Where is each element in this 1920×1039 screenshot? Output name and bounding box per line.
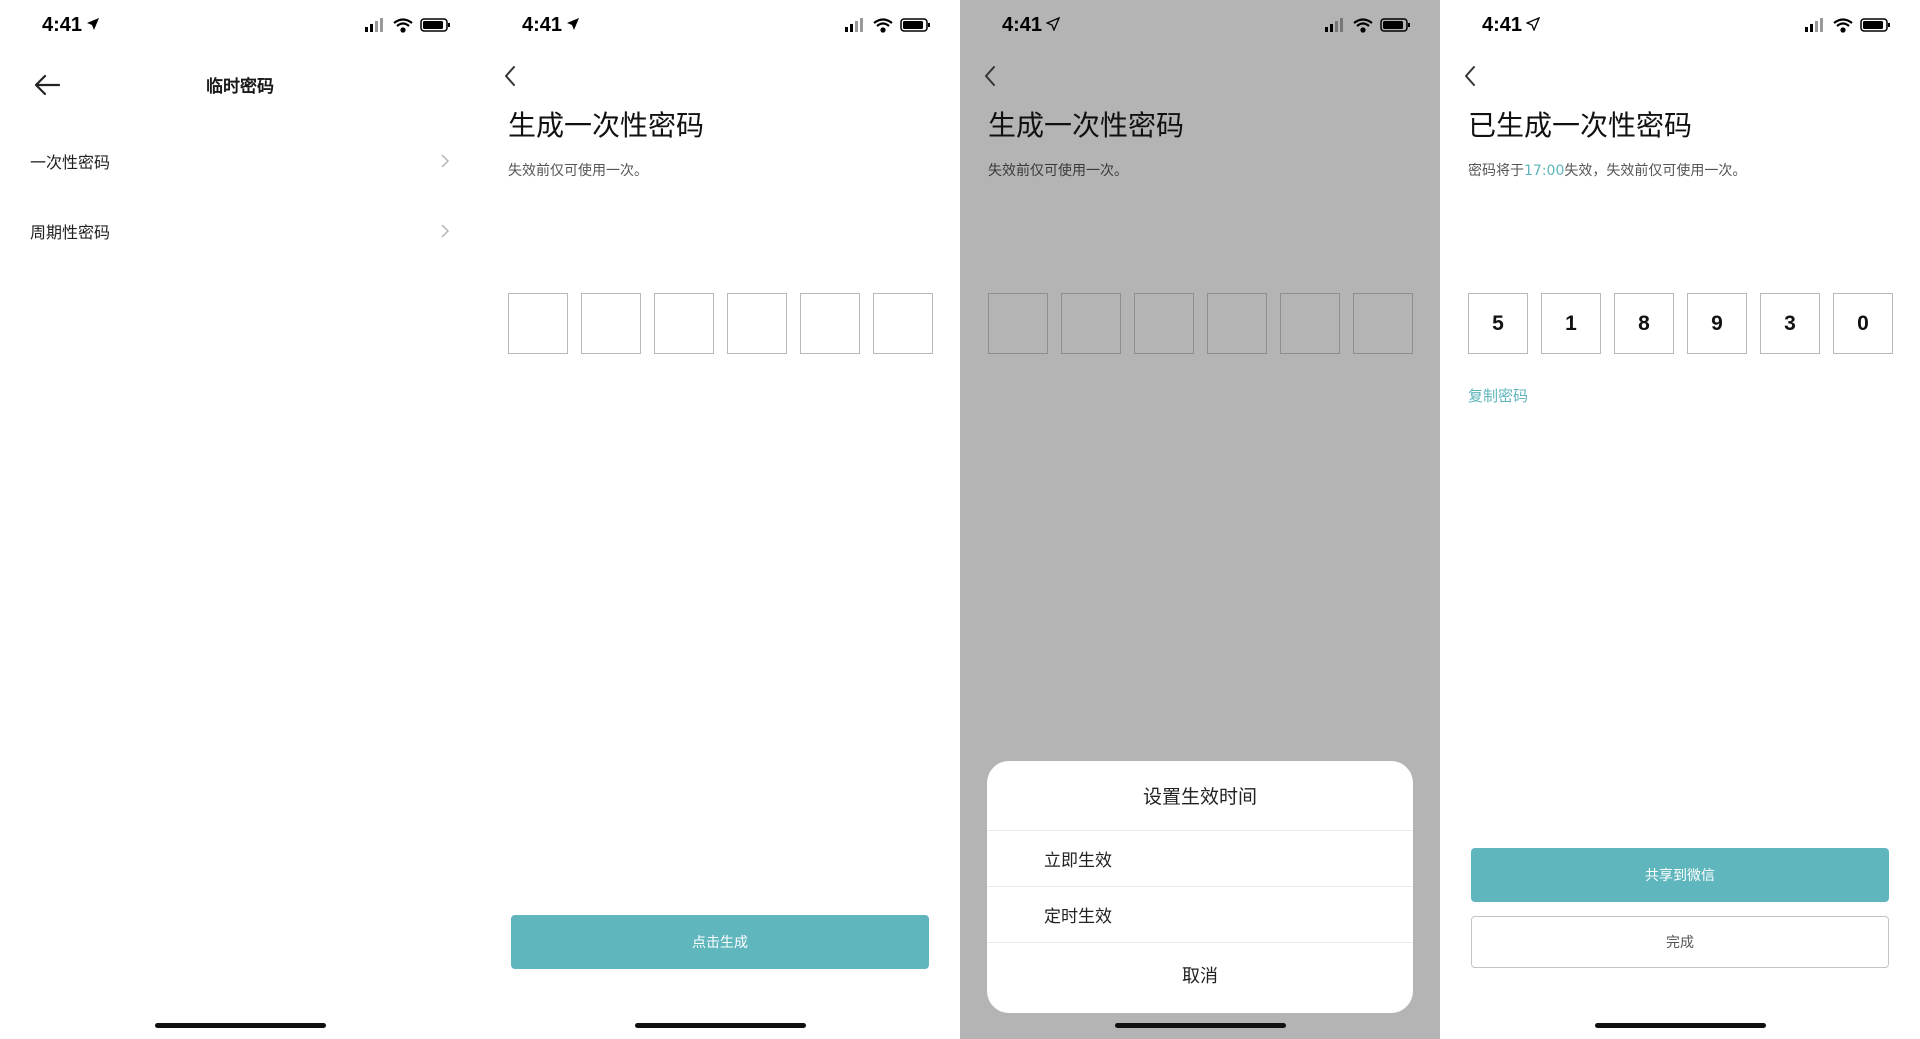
screen-temporary-password: 4:41 临时密码 一次性密码 周期性密码 (0, 0, 480, 1039)
option-immediate[interactable]: 立即生效 (987, 831, 1413, 887)
done-button[interactable]: 完成 (1471, 916, 1889, 968)
home-indicator (155, 1023, 326, 1028)
code-digit-box (654, 293, 714, 354)
page-title: 临时密码 (206, 77, 274, 97)
signal-icon (1325, 18, 1343, 32)
location-arrow-icon (1526, 17, 1540, 31)
menu-item-label: 一次性密码 (30, 153, 111, 172)
code-digit-box: 5 (1468, 293, 1528, 354)
option-scheduled[interactable]: 定时生效 (987, 887, 1413, 943)
code-digit-box (800, 293, 860, 354)
battery-icon (1380, 18, 1410, 32)
battery-icon (420, 18, 450, 32)
home-indicator (635, 1023, 806, 1028)
code-digit-box (1061, 293, 1121, 354)
home-indicator (1595, 1023, 1766, 1028)
menu-item-periodic-password[interactable]: 周期性密码 (30, 209, 450, 253)
menu-item-label: 周期性密码 (30, 223, 111, 242)
status-time: 4:41 (1482, 14, 1523, 36)
chevron-right-icon (441, 224, 450, 238)
code-digit-box (873, 293, 933, 354)
menu-item-one-time-password[interactable]: 一次性密码 (30, 139, 450, 183)
code-digit-box (1280, 293, 1340, 354)
status-bar-icons (1805, 18, 1890, 33)
action-sheet-title: 设置生效时间 (987, 761, 1413, 831)
code-digit-box (508, 293, 568, 354)
wifi-icon (1833, 18, 1853, 33)
page-title: 生成一次性密码 (508, 109, 705, 142)
status-bar-icons (1325, 18, 1410, 33)
app-canvas: 4:41 临时密码 一次性密码 周期性密码 4:41 生成一次性密码 失效前仅可… (0, 0, 1920, 1039)
effective-time-action-sheet: 设置生效时间 立即生效 定时生效 取消 (987, 761, 1413, 1013)
subtitle-prefix: 密码将于 (1468, 163, 1524, 179)
share-to-wechat-button[interactable]: 共享到微信 (1471, 848, 1889, 902)
screen-set-effective-time: 4:41 生成一次性密码 失效前仅可使用一次。 设置生效时间 立即生效 定时生效… (960, 0, 1440, 1039)
page-subtitle: 失效前仅可使用一次。 (988, 163, 1128, 179)
page-title: 生成一次性密码 (988, 109, 1185, 142)
chevron-right-icon (441, 154, 450, 168)
status-time: 4:41 (42, 14, 83, 36)
code-digit-box: 0 (1833, 293, 1893, 354)
code-digit-box: 8 (1614, 293, 1674, 354)
code-digit-box: 1 (1541, 293, 1601, 354)
home-indicator (1115, 1023, 1286, 1028)
code-digit-box (1353, 293, 1413, 354)
status-bar-icons (365, 18, 450, 33)
signal-icon (365, 18, 383, 32)
page-title: 已生成一次性密码 (1468, 109, 1693, 142)
wifi-icon (873, 18, 893, 33)
signal-icon (1805, 18, 1823, 32)
code-digit-box: 3 (1760, 293, 1820, 354)
page-subtitle: 密码将于17:00失效，失效前仅可使用一次。 (1468, 160, 1746, 180)
location-arrow-icon (567, 18, 579, 30)
cancel-button[interactable]: 取消 (987, 943, 1413, 1007)
code-digit-box (1134, 293, 1194, 354)
signal-icon (845, 18, 863, 32)
back-chevron-icon[interactable] (982, 64, 998, 88)
expire-time: 17:00 (1524, 163, 1565, 179)
location-arrow-icon (1046, 17, 1060, 31)
status-bar-icons (845, 18, 930, 33)
copy-password-link[interactable]: 复制密码 (1468, 385, 1528, 406)
code-digit-box (727, 293, 787, 354)
code-digit-box (581, 293, 641, 354)
status-time: 4:41 (1002, 14, 1043, 36)
status-time: 4:41 (522, 14, 563, 36)
code-digit-box (988, 293, 1048, 354)
back-chevron-icon[interactable] (1462, 64, 1478, 88)
code-digit-box: 9 (1687, 293, 1747, 354)
wifi-icon (1353, 18, 1373, 33)
subtitle-suffix: 失效，失效前仅可使用一次。 (1564, 163, 1747, 179)
screen-generate-password: 4:41 生成一次性密码 失效前仅可使用一次。 点击生成 (480, 0, 960, 1039)
back-chevron-icon[interactable] (502, 64, 518, 88)
wifi-icon (393, 18, 413, 33)
battery-icon (1860, 18, 1890, 32)
generate-button[interactable]: 点击生成 (511, 915, 929, 969)
battery-icon (900, 18, 930, 32)
page-subtitle: 失效前仅可使用一次。 (508, 163, 648, 179)
code-digit-box (1207, 293, 1267, 354)
screen-password-generated: 4:41 已生成一次性密码 密码将于17:00失效，失效前仅可使用一次。 5 1… (1440, 0, 1920, 1039)
location-arrow-icon (87, 18, 99, 30)
